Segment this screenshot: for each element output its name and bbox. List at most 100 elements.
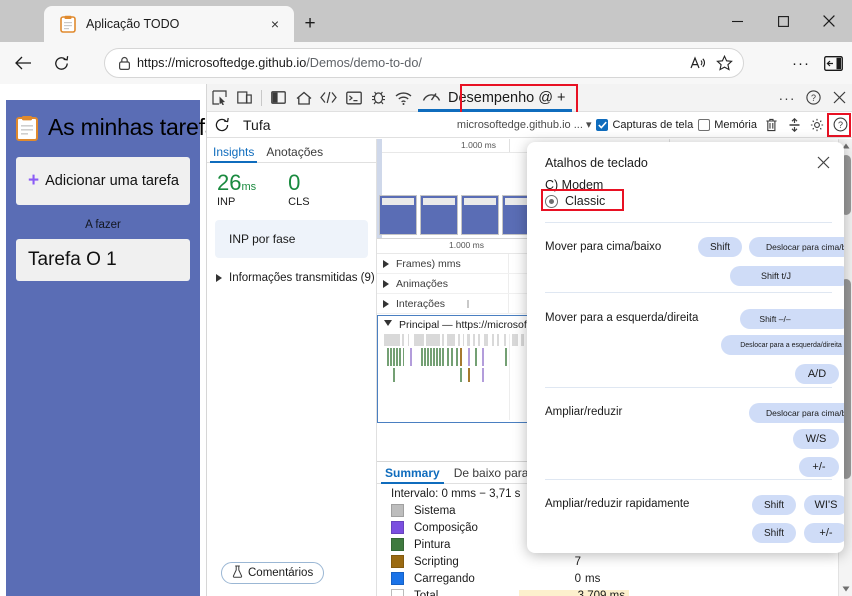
row-label: Pintura	[414, 538, 451, 551]
shortcut-key-pill: Deslocar para a esquerda/direita	[721, 335, 844, 355]
comments-button[interactable]: Comentários	[221, 562, 325, 584]
clipboard-icon	[16, 115, 38, 141]
row-unit: ms	[585, 572, 601, 585]
tab-performance[interactable]: Desempenho @ +	[416, 84, 574, 112]
device-emulation-icon[interactable]	[232, 85, 257, 111]
dock-side-icon[interactable]	[266, 85, 291, 111]
shortcut-key-pill: Shift	[752, 495, 796, 515]
window-minimize-button[interactable]	[714, 0, 760, 42]
shortcut-label-zoom-fast: Ampliar/reduzir rapidamente	[545, 498, 690, 510]
comments-button-label: Comentários	[248, 567, 314, 579]
devtools-help-icon[interactable]: ?	[800, 85, 826, 111]
tab-annotations[interactable]: Anotações	[266, 145, 323, 162]
devtools-more-button[interactable]: ···	[774, 85, 800, 111]
address-bar[interactable]: https://microsoftedge.github.io/Demos/de…	[104, 48, 744, 78]
divider	[545, 292, 832, 293]
color-swatch	[391, 572, 404, 585]
performance-toolbar-right: microsoftedge.github.io ... ▾ Capturas d…	[457, 116, 852, 134]
row-label: Scripting	[414, 555, 459, 568]
insights-tabs: Insights Anotações	[207, 139, 376, 163]
inspect-element-icon[interactable]	[207, 85, 232, 111]
shortcut-key-pill: +/-	[799, 457, 839, 477]
color-swatch	[391, 589, 404, 596]
gear-icon[interactable]	[808, 116, 826, 134]
help-circle-icon[interactable]: ?	[831, 116, 849, 134]
row-label: Carregando	[414, 572, 475, 585]
trash-icon[interactable]	[762, 116, 780, 134]
list-item[interactable]: Tarefa O 1	[16, 239, 190, 281]
clipboard-icon	[60, 15, 76, 33]
svg-text:?: ?	[810, 93, 815, 103]
table-row[interactable]: Scripting 7	[377, 553, 852, 570]
track-frames-label: Frames) mms	[396, 257, 461, 270]
shortcut-key-pill: Shift	[752, 523, 796, 543]
filmstrip-frame[interactable]	[379, 195, 417, 235]
row-value: 3,709	[577, 589, 607, 596]
tab-summary[interactable]: Summary	[381, 466, 444, 484]
record-reload-icon[interactable]	[211, 114, 233, 136]
chevron-right-icon	[216, 274, 222, 283]
memory-checkbox[interactable]: Memória	[698, 118, 757, 131]
filmstrip-frame[interactable]	[461, 195, 499, 235]
track-interactions-label: Interações	[396, 297, 446, 310]
read-aloud-icon[interactable]	[685, 50, 711, 76]
row-value: 7	[574, 555, 581, 568]
todo-header: As minhas tarefas	[6, 100, 206, 141]
screenshots-checkbox[interactable]: Capturas de tela	[596, 118, 693, 131]
shortcut-label-move-updown: Mover para cima/baixo	[545, 241, 662, 253]
close-icon[interactable]	[812, 151, 834, 173]
browser-more-button[interactable]: ···	[786, 48, 816, 78]
transmitted-info-label: Informações transmitidas (9)	[229, 272, 375, 285]
scroll-down-arrow[interactable]	[839, 582, 852, 596]
back-button[interactable]	[8, 48, 38, 78]
tab-close-icon[interactable]: ×	[264, 13, 286, 35]
inp-by-phase-card[interactable]: INP por fase	[215, 220, 368, 259]
track-animations-label: Animações	[396, 277, 448, 290]
color-swatch	[391, 538, 404, 551]
shortcut-key-pill: Shift	[698, 237, 742, 257]
browser-tab[interactable]: Aplicação TODO ×	[44, 6, 294, 42]
devtools-close-icon[interactable]	[826, 85, 852, 111]
navbar-right-buttons: ···	[786, 48, 848, 78]
insights-sidebar: Insights Anotações 26ms INP 0 CLS INP po…	[207, 139, 377, 596]
toolbar-divider	[261, 89, 262, 106]
tab-insights[interactable]: Insights	[209, 145, 258, 163]
transmitted-info-row[interactable]: Informações transmitidas (9)	[216, 272, 376, 284]
origin-selector[interactable]: microsoftedge.github.io ... ▾	[457, 118, 592, 131]
metrics-row: 26ms INP 0 CLS	[207, 163, 376, 208]
profile-name: Tufa	[243, 116, 271, 133]
row-value: 0	[574, 572, 581, 585]
shortcut-key-pill: Shift –/–	[740, 309, 810, 329]
color-swatch	[391, 521, 404, 534]
welcome-home-icon[interactable]	[291, 85, 316, 111]
new-tab-button[interactable]: +	[297, 11, 323, 37]
add-task-button[interactable]: + Adicionar uma tarefa	[16, 157, 190, 205]
address-bar-url: https://microsoftedge.github.io/Demos/de…	[137, 56, 685, 70]
metric-inp-unit: ms	[241, 181, 257, 193]
devtools-tabbar-right: ··· ?	[774, 85, 852, 111]
console-icon[interactable]	[341, 85, 366, 111]
sidebar-icon[interactable]	[818, 48, 848, 78]
tracks-tick-label: 1.000 ms	[449, 240, 484, 250]
filmstrip-frame[interactable]	[420, 195, 458, 235]
add-task-label: Adicionar uma tarefa	[45, 173, 179, 189]
url-path: /Demos/demo-to-do/	[306, 56, 422, 70]
debugger-bug-icon[interactable]	[366, 85, 391, 111]
chevron-down-icon: ▾	[585, 119, 592, 131]
elements-icon[interactable]	[316, 85, 341, 111]
favorite-star-icon[interactable]	[711, 50, 737, 76]
metric-inp-value: 26	[217, 170, 242, 195]
network-wifi-icon[interactable]	[391, 85, 416, 111]
collapse-icon[interactable]	[785, 116, 803, 134]
tab-title: Aplicação TODO	[86, 17, 180, 31]
table-row[interactable]: Carregando 0 ms	[377, 570, 852, 587]
dialog-title: Atalhos de teclado	[545, 156, 648, 170]
metric-cls-value: 0	[288, 170, 301, 195]
reload-button[interactable]	[46, 48, 76, 78]
color-swatch	[391, 555, 404, 568]
todo-app-panel: As minhas tarefas + Adicionar uma tarefa…	[6, 100, 206, 596]
window-maximize-button[interactable]	[760, 0, 806, 42]
shortcut-key-pill: A/D	[795, 364, 839, 384]
window-close-button[interactable]	[806, 0, 852, 42]
row-label: Total	[414, 589, 439, 596]
